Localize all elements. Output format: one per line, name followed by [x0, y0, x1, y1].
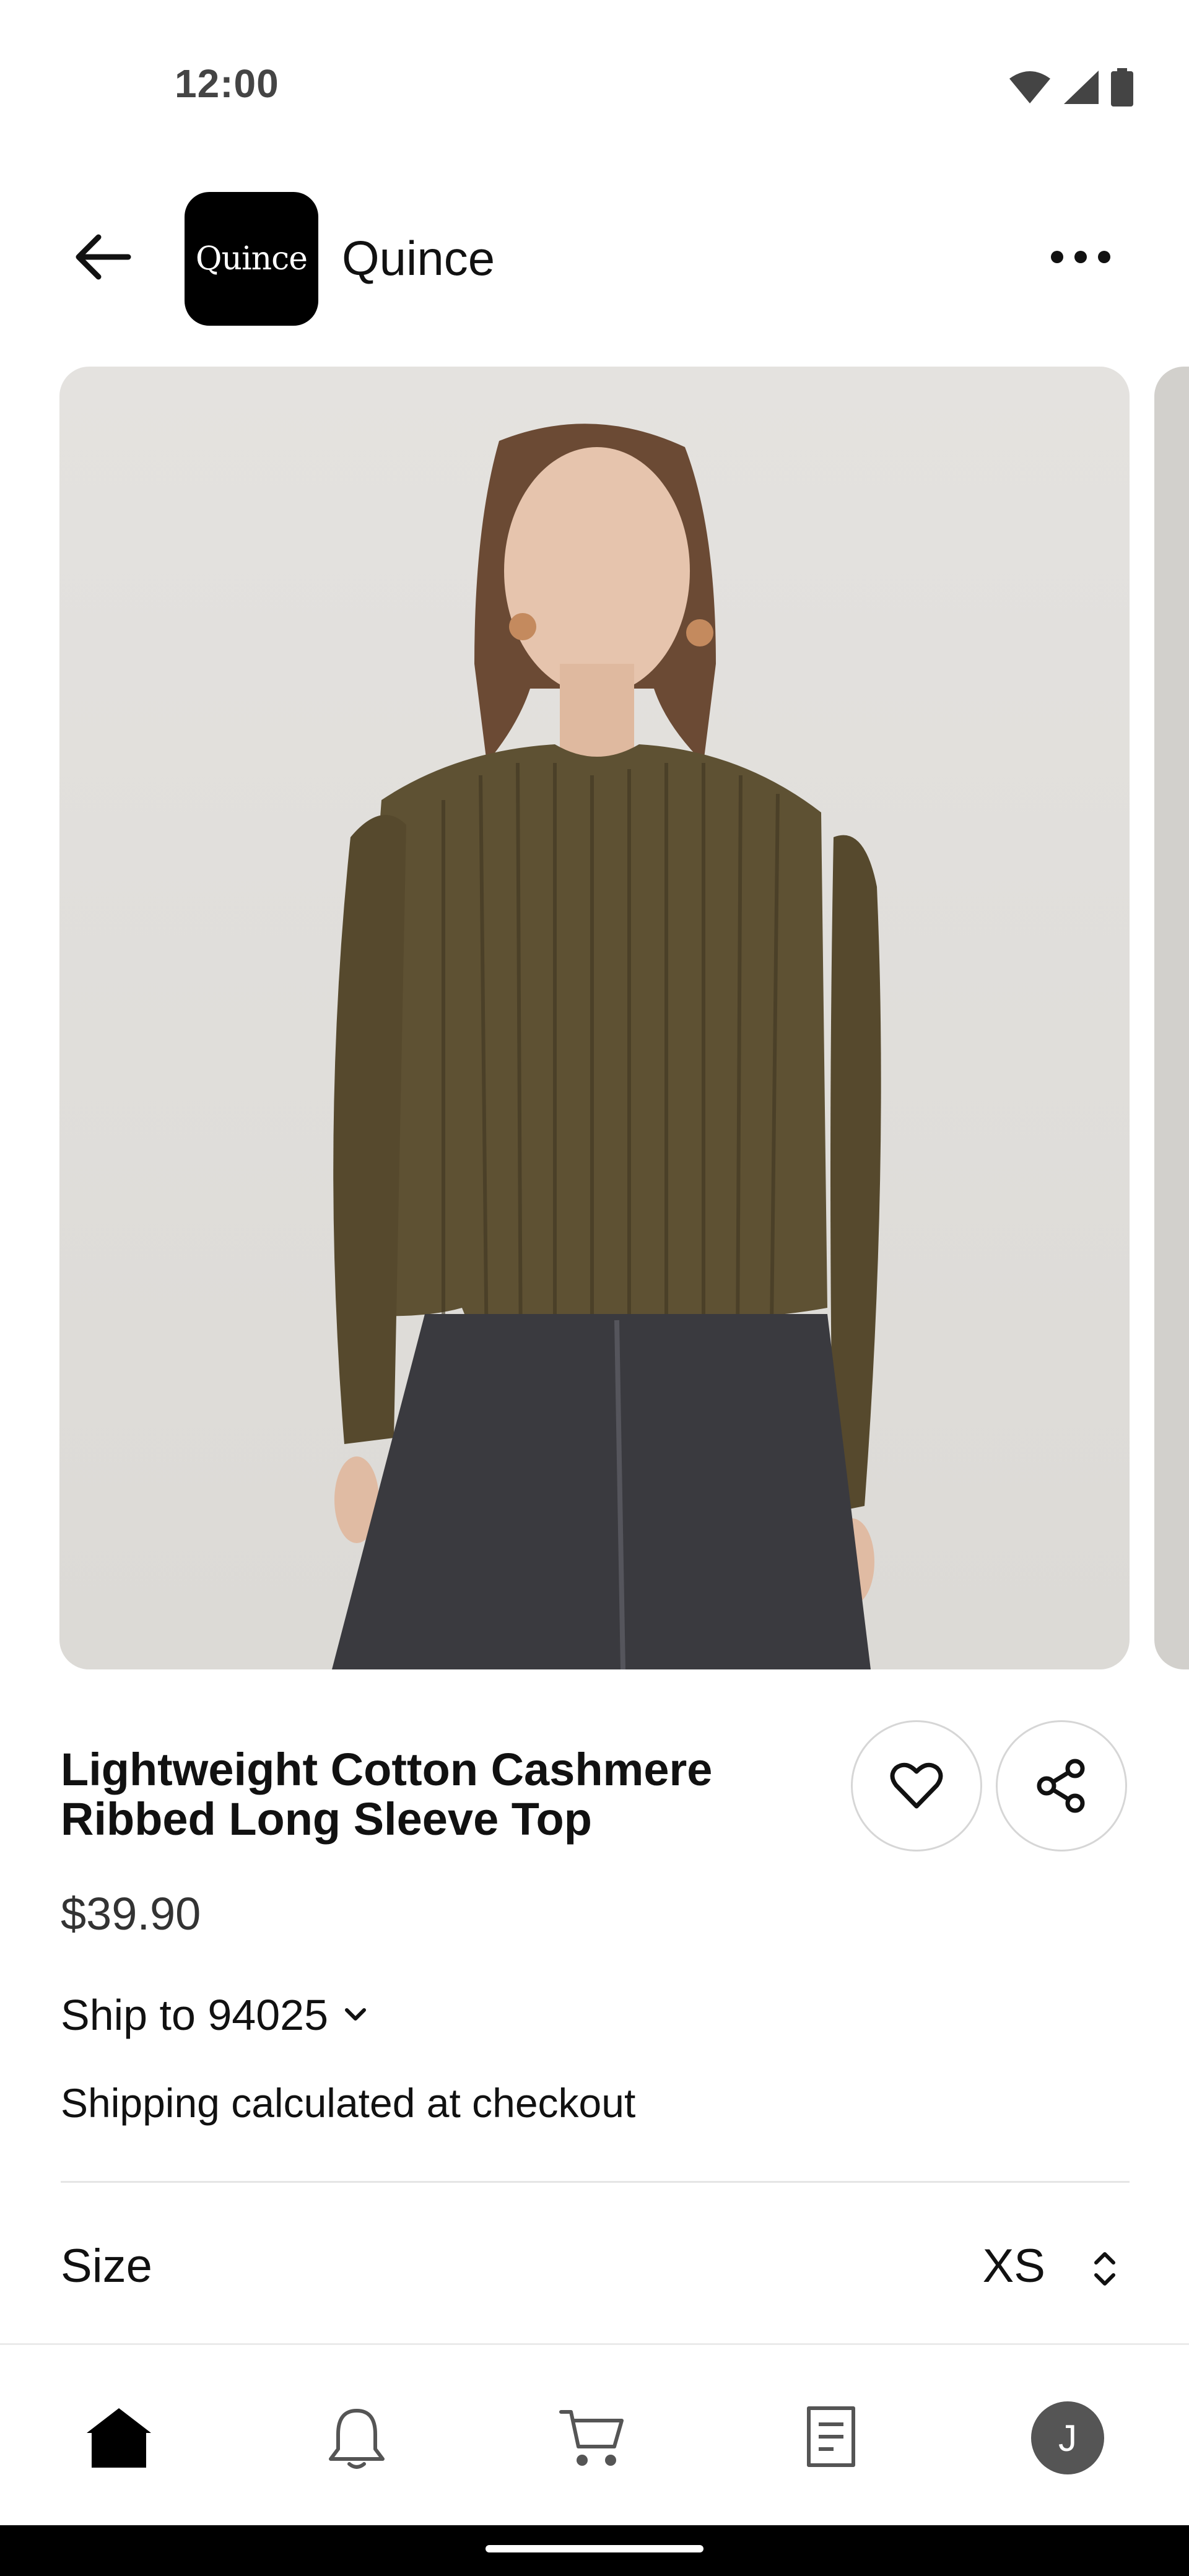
app-header: Quince Quince	[0, 180, 1189, 334]
avatar: J	[1031, 2401, 1104, 2474]
shipping-note: Shipping calculated at checkout	[61, 2080, 636, 2126]
share-button[interactable]	[996, 1720, 1127, 1852]
arrow-left-icon	[76, 234, 131, 280]
more-options-button[interactable]	[1040, 217, 1121, 297]
cart-icon	[559, 2410, 624, 2466]
nav-home[interactable]	[76, 2395, 162, 2481]
chevron-down-icon	[345, 2008, 367, 2021]
avatar-initial: J	[1058, 2417, 1077, 2459]
next-image-peek[interactable]	[1154, 367, 1189, 1669]
nav-cart[interactable]	[549, 2395, 635, 2481]
favorite-button[interactable]	[851, 1720, 982, 1852]
size-value: XS	[982, 2240, 1045, 2292]
shop-logo[interactable]: Quince	[185, 192, 318, 326]
more-horizontal-icon	[1051, 251, 1110, 263]
product-image[interactable]	[59, 367, 1130, 1669]
divider	[61, 2181, 1130, 2183]
bell-icon	[329, 2409, 385, 2469]
status-bar: 12:00	[0, 0, 1189, 142]
home-indicator[interactable]	[486, 2545, 703, 2552]
wifi-icon	[1009, 71, 1050, 103]
nav-profile[interactable]: J	[1024, 2395, 1111, 2481]
receipt-icon	[807, 2406, 855, 2467]
nav-notifications[interactable]	[313, 2395, 400, 2481]
ship-to-selector[interactable]: Ship to 94025	[61, 1990, 367, 2040]
heart-icon	[890, 1762, 943, 1809]
status-time: 12:00	[175, 61, 279, 106]
shop-name[interactable]: Quince	[342, 230, 495, 287]
product-price: $39.90	[61, 1888, 201, 1939]
size-selector[interactable]: Size XS	[61, 2229, 1130, 2304]
home-icon	[87, 2408, 151, 2468]
bottom-nav: J	[0, 2343, 1189, 2525]
size-label: Size	[61, 2240, 152, 2292]
chevron-up-down-icon	[1094, 2252, 1115, 2286]
share-icon	[1037, 1759, 1085, 1813]
battery-icon	[1111, 68, 1133, 107]
product-photo	[332, 424, 881, 1669]
ship-to-label: Ship to 94025	[61, 1991, 329, 2039]
system-navigation-bar	[0, 2525, 1189, 2576]
logo-text: Quince	[195, 240, 308, 277]
nav-orders[interactable]	[788, 2395, 874, 2481]
signal-icon	[1064, 71, 1099, 104]
status-icons	[1008, 68, 1133, 107]
product-title: Lightweight Cotton Cashmere Ribbed Long …	[61, 1744, 713, 1845]
back-button[interactable]	[62, 217, 142, 297]
